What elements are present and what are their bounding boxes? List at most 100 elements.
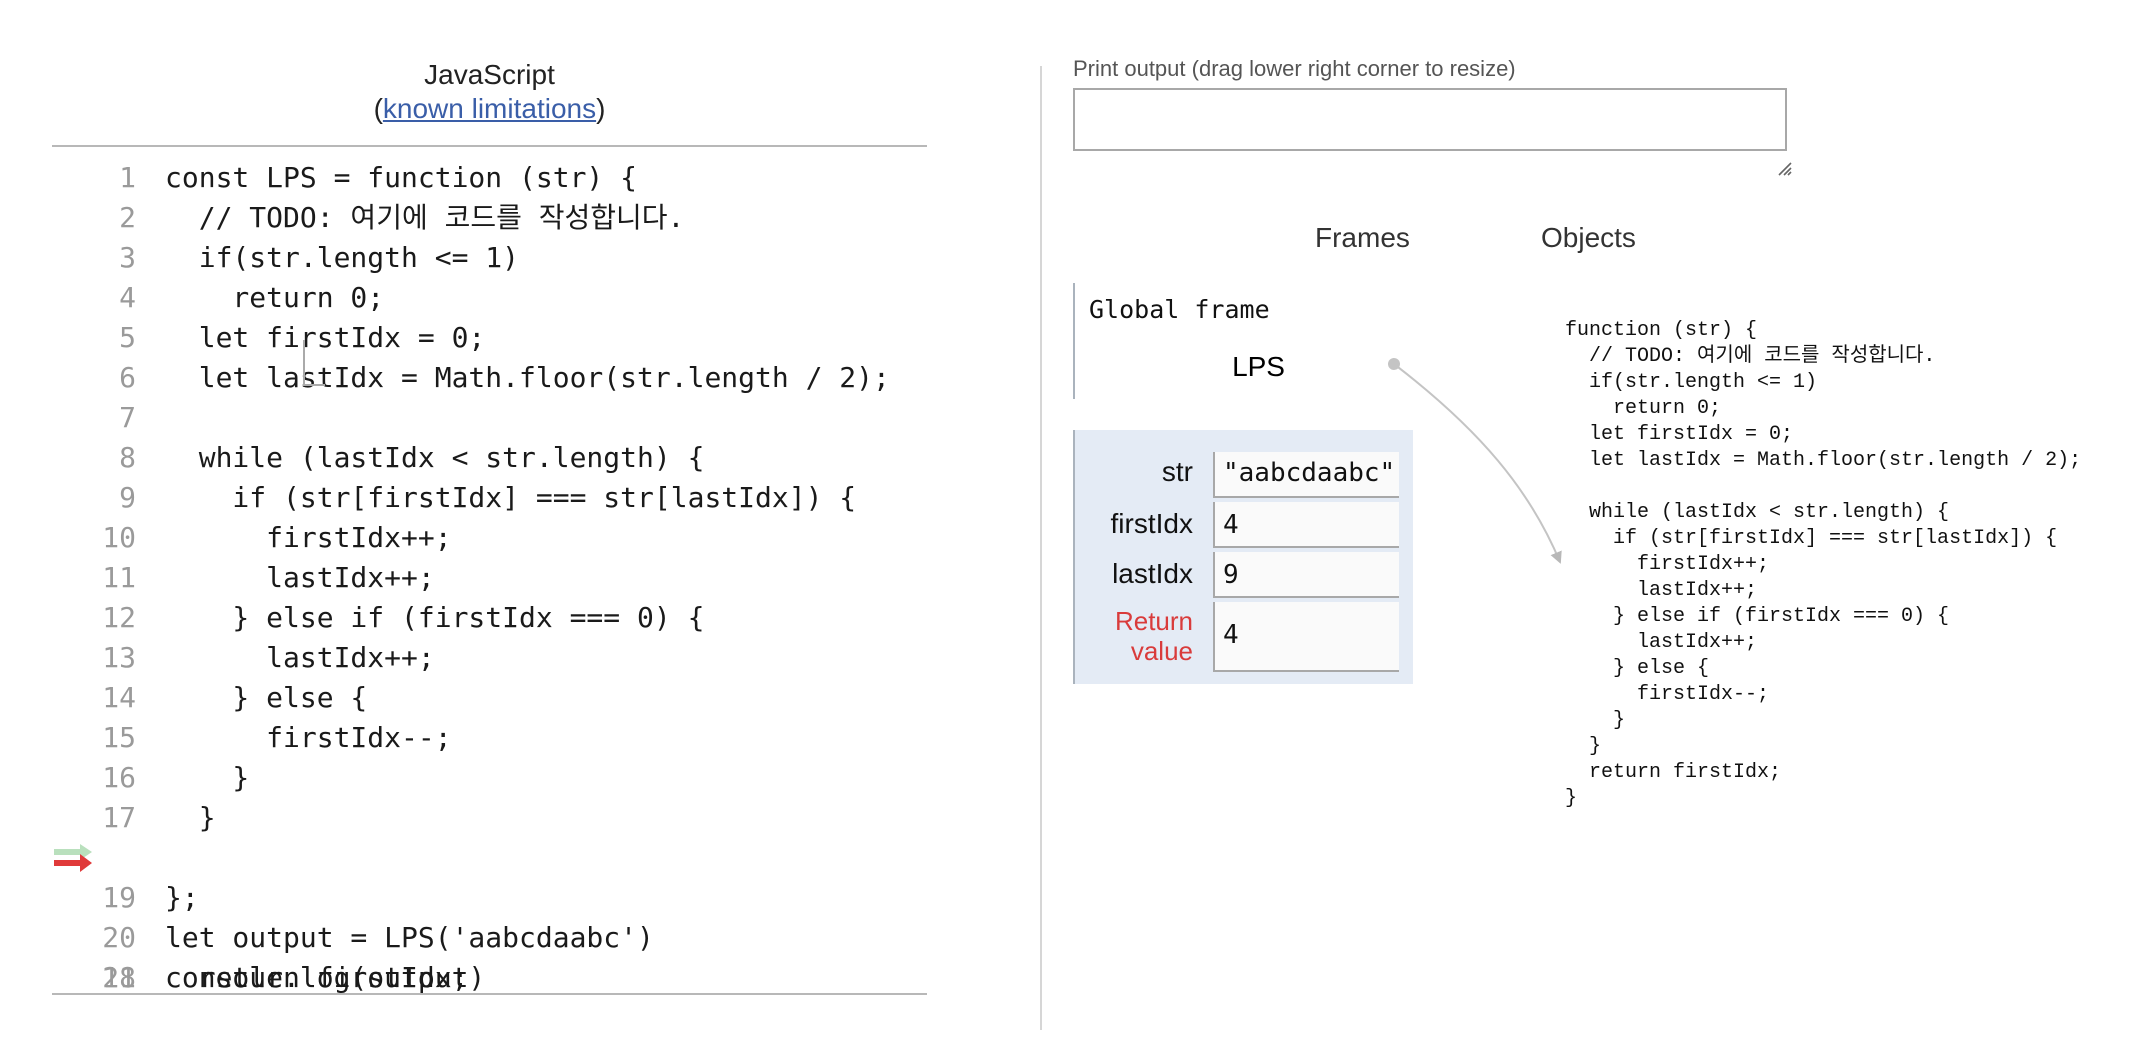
code-line: 7: [52, 398, 927, 438]
frame-var-row: firstIdx 4: [1075, 502, 1415, 548]
line-code: // TODO: 여기에 코드를 작성합니다.: [165, 201, 685, 234]
function-source-line: [1565, 474, 2081, 500]
function-source-line: let lastIdx = Math.floor(str.length / 2)…: [1565, 449, 2082, 472]
function-source-line: } else if (firstIdx === 0) {: [1565, 605, 1950, 628]
line-code: } else if (firstIdx === 0) {: [165, 601, 705, 634]
return-value: 4: [1223, 620, 1239, 650]
return-label-line: Return: [1114, 606, 1193, 636]
line-number: 21: [102, 961, 136, 994]
line-number: 6: [119, 361, 136, 394]
line-code: } else {: [165, 681, 368, 714]
function-source-line: if(str.length <= 1): [1565, 371, 1818, 394]
lps-call-frame: str "aabcdaabc" firstIdx 4 lastIdx 9 Ret…: [1073, 430, 1413, 684]
line-code: };: [165, 881, 199, 914]
code-line: 15 firstIdx--;: [52, 718, 927, 758]
function-source-line: } else {: [1565, 657, 1710, 680]
function-source-line: lastIdx++;: [1565, 579, 1758, 602]
code-line: 14 } else {: [52, 678, 927, 718]
line-number: 15: [102, 721, 136, 754]
function-source-line: return 0;: [1565, 397, 1722, 420]
function-object: function (str) { // TODO: 여기에 코드를 작성합니다.…: [1565, 318, 2081, 812]
code-line: 2 // TODO: 여기에 코드를 작성합니다.: [52, 198, 927, 238]
line-code: lastIdx++;: [165, 561, 435, 594]
code-line: 13 lastIdx++;: [52, 638, 927, 678]
var-value-box: 9: [1213, 552, 1399, 598]
code-line: 9 if (str[firstIdx] === str[lastIdx]) {: [52, 478, 927, 518]
print-output-box[interactable]: [1073, 88, 1787, 151]
frame-return-row: Return value 4: [1075, 602, 1415, 672]
line-number: 7: [119, 401, 136, 434]
line-number: 19: [102, 881, 136, 914]
line-number: 17: [102, 801, 136, 834]
return-value-box: 4: [1213, 602, 1399, 672]
function-source-line: while (lastIdx < str.length) {: [1565, 501, 1950, 524]
code-line: 20 let output = LPS('aabcdaabc'): [52, 918, 927, 958]
function-source-line: }: [1565, 735, 1602, 758]
line-number: 5: [119, 321, 136, 354]
language-header: JavaScript (known limitations): [52, 58, 927, 126]
code-panel: JavaScript (known limitations) 1 const LP…: [52, 58, 927, 995]
function-source-line: firstIdx--;: [1565, 683, 1770, 706]
code-line: 10 firstIdx++;: [52, 518, 927, 558]
code-line: 3 if(str.length <= 1): [52, 238, 927, 278]
language-title: JavaScript: [424, 59, 555, 90]
return-label-line: value: [1130, 636, 1193, 666]
pointer-origin-dot: [1388, 358, 1400, 370]
function-source-line: let firstIdx = 0;: [1565, 423, 1794, 446]
code-line: 17 }: [52, 798, 927, 838]
line-number: 4: [119, 281, 136, 314]
code-line: 12 } else if (firstIdx === 0) {: [52, 598, 927, 638]
line-code: firstIdx--;: [165, 721, 452, 754]
objects-header: Objects: [1541, 222, 1636, 253]
paren-open: (: [373, 93, 383, 124]
line-code: let output = LPS('aabcdaabc'): [165, 921, 654, 954]
code-line: 5 let firstIdx = 0;: [52, 318, 927, 358]
limitations-line: (known limitations): [52, 92, 927, 126]
line-code: const LPS = function (str) {: [165, 161, 638, 194]
line-code: }: [165, 801, 216, 834]
line-code: while (lastIdx < str.length) {: [165, 441, 705, 474]
global-var-name: LPS: [1232, 351, 1285, 382]
code-editor: 1 const LPS = function (str) { 2 // TODO:…: [52, 158, 927, 998]
return-value-label: Return value: [1075, 606, 1193, 666]
var-value: "aabcdaabc": [1223, 458, 1396, 488]
function-source-line: lastIdx++;: [1565, 631, 1758, 654]
function-source-line: firstIdx++;: [1565, 553, 1770, 576]
frame-var-row: lastIdx 9: [1075, 552, 1415, 598]
known-limitations-link[interactable]: known limitations: [383, 93, 596, 124]
function-source-line: if (str[firstIdx] === str[lastIdx]) {: [1565, 527, 2058, 550]
line-number: 1: [119, 161, 136, 194]
global-frame: Global frame LPS: [1073, 283, 1335, 399]
var-value-box: 4: [1213, 502, 1399, 548]
line-number: 16: [102, 761, 136, 794]
lps-pointer-slot: [303, 340, 325, 386]
line-number: 10: [102, 521, 136, 554]
function-source-line: // TODO: 여기에 코드를 작성합니다.: [1565, 345, 1936, 368]
line-number: 14: [102, 681, 136, 714]
line-code: if(str.length <= 1): [165, 241, 520, 274]
code-line: 1 const LPS = function (str) {: [52, 158, 927, 198]
line-number: 9: [119, 481, 136, 514]
line-code: if (str[firstIdx] === str[lastIdx]) {: [165, 481, 857, 514]
panel-divider: [1040, 66, 1042, 1030]
paren-close: ): [596, 93, 606, 124]
line-number: 13: [102, 641, 136, 674]
line-code: }: [165, 761, 250, 794]
line-code: lastIdx++;: [165, 641, 435, 674]
current-line-arrow-icon: [54, 854, 92, 872]
var-value-box: "aabcdaabc": [1213, 452, 1399, 498]
line-code: let lastIdx = Math.floor(str.length / 2)…: [165, 361, 890, 394]
frame-var-row: str "aabcdaabc": [1075, 452, 1415, 498]
code-line: 16 }: [52, 758, 927, 798]
resize-handle-icon[interactable]: [1776, 160, 1792, 176]
function-source-line: function (str) {: [1565, 319, 1758, 342]
var-value: 4: [1223, 510, 1239, 540]
frames-header: Frames: [1315, 222, 1410, 253]
line-number: 20: [102, 921, 136, 954]
line-code: firstIdx++;: [165, 521, 452, 554]
code-line: 21 console.log(output): [52, 958, 927, 998]
line-code: return 0;: [165, 281, 385, 314]
code-line-current: 18 return firstIdx;: [52, 838, 927, 994]
function-pointer-arrow: [1393, 363, 1562, 564]
code-line: 4 return 0;: [52, 278, 927, 318]
